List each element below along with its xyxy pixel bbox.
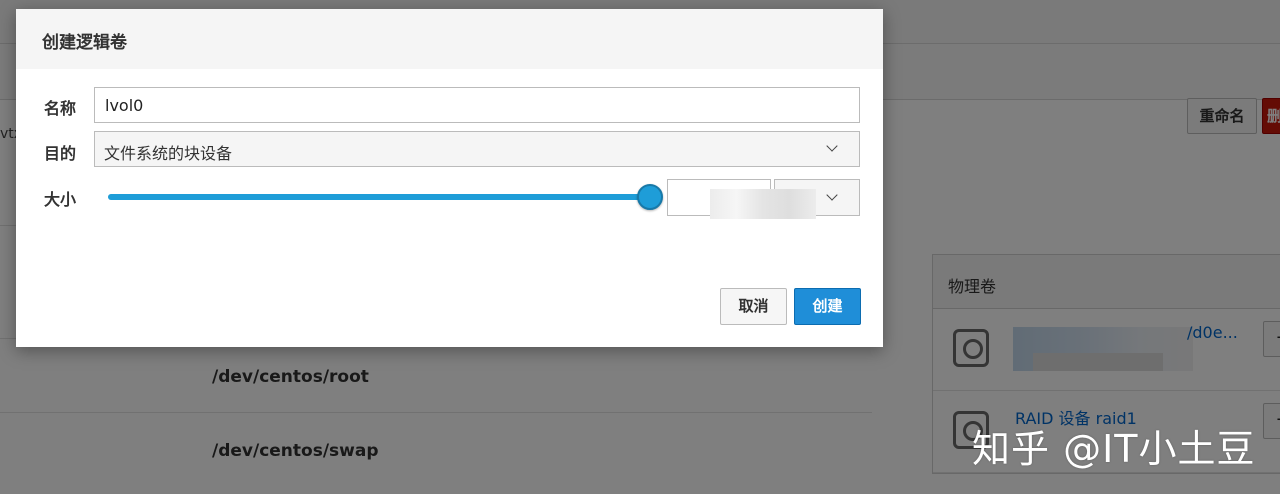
- watermark: 知乎 @IT小土豆: [972, 427, 1256, 471]
- purpose-select[interactable]: 文件系统的块设备: [94, 131, 860, 167]
- chevron-down-icon: [826, 140, 838, 152]
- cancel-button[interactable]: 取消: [720, 288, 787, 325]
- chevron-down-icon: [826, 189, 838, 201]
- name-input[interactable]: [94, 87, 860, 123]
- redacted-size-value: [710, 189, 816, 219]
- size-slider-handle[interactable]: [637, 184, 663, 210]
- size-slider-track[interactable]: [108, 194, 656, 200]
- size-label: 大小: [44, 190, 77, 209]
- purpose-label: 目的: [44, 144, 77, 163]
- create-logical-volume-dialog: 创建逻辑卷 名称 目的 文件系统的块设备 大小 取消 创建: [16, 9, 883, 347]
- name-label: 名称: [44, 99, 77, 118]
- size-slider-fill: [108, 194, 656, 200]
- dialog-title: 创建逻辑卷: [16, 9, 883, 69]
- purpose-selected-value: 文件系统的块设备: [104, 144, 233, 163]
- create-button[interactable]: 创建: [794, 288, 861, 325]
